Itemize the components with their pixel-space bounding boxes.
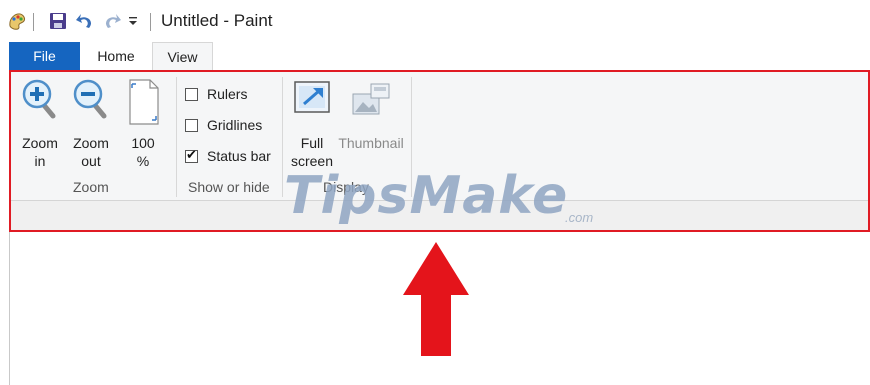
canvas-left-border xyxy=(9,232,10,385)
ribbon-highlight-box xyxy=(9,70,870,232)
paint-app-icon[interactable] xyxy=(5,9,29,33)
undo-icon[interactable] xyxy=(74,9,96,33)
window-title: Untitled - Paint xyxy=(161,11,273,30)
redo-icon[interactable] xyxy=(101,9,123,33)
title-separator xyxy=(150,13,151,31)
red-arrow-up-icon xyxy=(403,242,469,356)
tab-view[interactable]: View xyxy=(152,42,213,70)
save-icon[interactable] xyxy=(47,9,69,33)
customize-dropdown-icon[interactable] xyxy=(125,9,141,33)
tab-home[interactable]: Home xyxy=(80,42,152,70)
title-separator xyxy=(33,13,34,31)
title-bar: Untitled - Paint xyxy=(0,0,870,42)
tab-file[interactable]: File xyxy=(9,42,80,70)
ribbon-tabs: File Home View xyxy=(0,42,870,70)
